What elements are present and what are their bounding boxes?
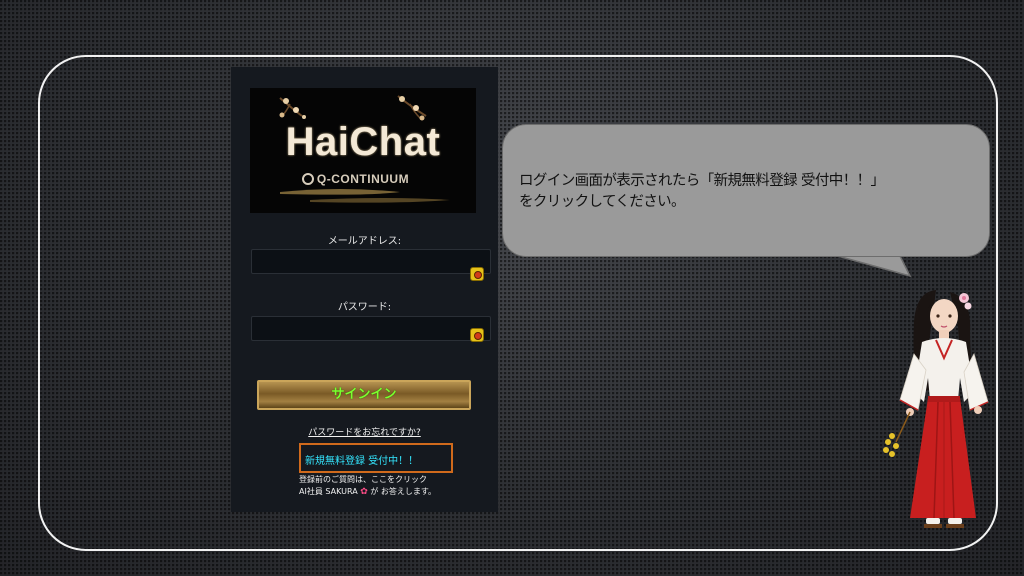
- forgot-password-link[interactable]: パスワードをお忘れですか?: [231, 425, 498, 438]
- speech-bubble: ログイン画面が表示されたら「新規無料登録 受付中！！」 をクリックしてください。: [502, 124, 990, 257]
- help-line2-suffix: が お答えします。: [370, 487, 437, 496]
- register-label: 新規無料登録 受付中！！: [305, 456, 419, 467]
- help-line2-prefix: AI社員 SAKURA: [299, 487, 358, 496]
- sakura-flower-icon: ✿: [360, 487, 368, 497]
- signin-button[interactable]: サインイン: [257, 380, 471, 410]
- email-field[interactable]: [251, 249, 491, 281]
- logo-subtitle: Q-CONTINUUM: [316, 172, 410, 186]
- bubble-line2: をクリックしてください。: [519, 194, 686, 210]
- register-button[interactable]: 新規無料登録 受付中！！: [299, 443, 453, 473]
- logo-title: HaiChat: [285, 120, 441, 164]
- email-label: メールアドレス:: [327, 236, 402, 247]
- help-line2: AI社員 SAKURA ✿ が お答えします。: [299, 486, 479, 498]
- password-manager-icon[interactable]: [470, 328, 484, 342]
- password-manager-icon[interactable]: [470, 267, 484, 281]
- help-line1: 登録前のご質問は、ここをクリック: [299, 475, 427, 484]
- help-text[interactable]: 登録前のご質問は、ここをクリック AI社員 SAKURA ✿ が お答えします。: [299, 474, 479, 498]
- password-field[interactable]: [251, 316, 491, 342]
- bubble-text: ログイン画面が表示されたら「新規無料登録 受付中！！」 をクリックしてください。: [519, 171, 981, 213]
- haichat-logo: HaiChat Q-CONTINUUM: [250, 88, 476, 213]
- bubble-line1: ログイン画面が表示されたら「新規無料登録 受付中！！」: [519, 173, 885, 189]
- login-panel: HaiChat Q-CONTINUUM メールアドレス: パスワード: サインイ…: [231, 67, 498, 512]
- password-label: パスワード:: [337, 302, 392, 313]
- shrine-maiden-character: [883, 290, 989, 528]
